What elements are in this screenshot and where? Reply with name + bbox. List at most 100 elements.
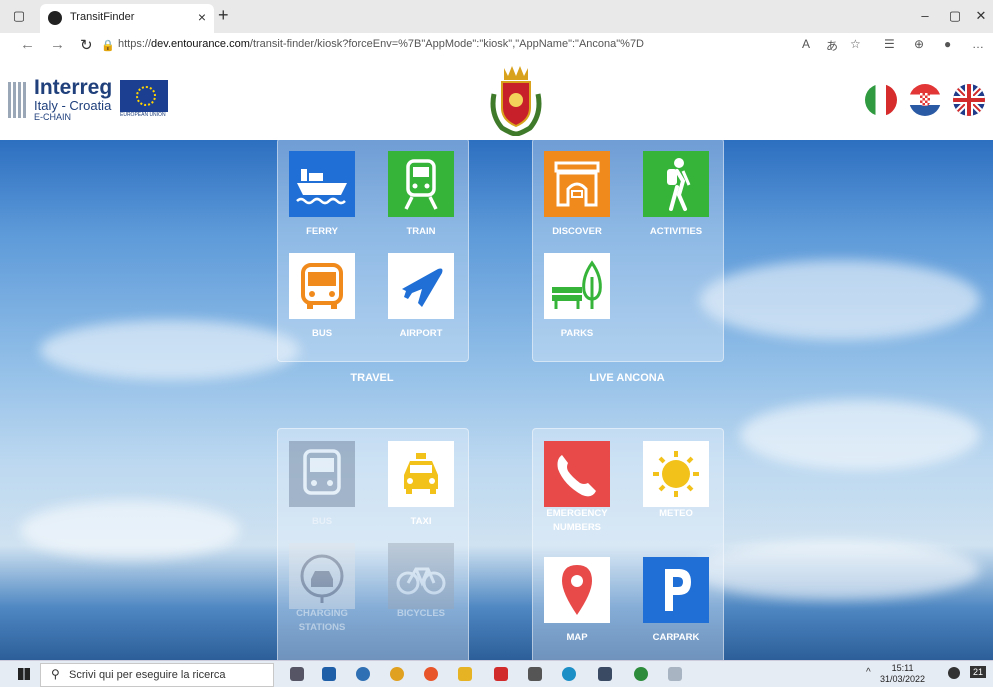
- back-icon[interactable]: ←: [20, 36, 35, 53]
- calculator-icon[interactable]: [598, 667, 612, 681]
- collections-icon[interactable]: ⊕: [914, 37, 924, 51]
- reload-icon[interactable]: ↻: [80, 36, 93, 54]
- carpark-tile[interactable]: [643, 557, 709, 623]
- meteo-tile[interactable]: [643, 441, 709, 507]
- acrobat-icon[interactable]: [494, 667, 508, 681]
- airplane-icon: [402, 268, 443, 307]
- logo-title: Interreg: [34, 76, 113, 99]
- tray-chevron-icon[interactable]: ^: [866, 667, 871, 678]
- edge-icon[interactable]: [562, 667, 576, 681]
- logo-subtitle: Italy - Croatia: [34, 98, 112, 113]
- parks-label: PARKS: [560, 328, 594, 339]
- minimize-icon[interactable]: –: [916, 7, 934, 25]
- new-tab-button[interactable]: +: [218, 5, 229, 26]
- url-domain: dev.entourance.com: [151, 38, 250, 50]
- address-bar-row: ← → ↻ 🔒 https://dev.entourance.com/trans…: [0, 33, 993, 59]
- travel-panel: FERRY TRAIN BUS AIRPORT: [277, 140, 469, 362]
- bus-stops-label: BUS: [311, 516, 333, 527]
- notepad-icon[interactable]: [528, 667, 542, 681]
- ferry-tile[interactable]: [289, 151, 355, 217]
- it-flag-icon[interactable]: [865, 84, 897, 116]
- site-info-icon[interactable]: 🔒: [101, 39, 115, 52]
- ancona-crest-icon: [490, 66, 542, 136]
- activities-label: ACTIVITIES: [649, 226, 703, 237]
- sun-icon: [653, 451, 699, 497]
- train-icon: [404, 159, 438, 210]
- tool-icon[interactable]: [668, 667, 682, 681]
- kiosk-background: FERRY TRAIN BUS AIRPORT TRAVEL DISCOVER …: [0, 140, 993, 660]
- tab-close-icon[interactable]: ×: [198, 9, 206, 25]
- taxi-tile[interactable]: [388, 441, 454, 507]
- emergency-numbers-tile[interactable]: [544, 441, 610, 507]
- network-icon[interactable]: [948, 667, 960, 679]
- taxi-label: TAXI: [410, 516, 432, 527]
- charging-stations-label: CHARGING STATIONS: [296, 608, 348, 633]
- parking-icon: [665, 569, 691, 611]
- phone-icon: [557, 455, 596, 497]
- discover-label: DISCOVER: [552, 226, 602, 237]
- taskbar-search[interactable]: ⚲ Scrivi qui per eseguire la ricerca: [40, 663, 274, 687]
- translate-icon[interactable]: あ: [826, 37, 838, 54]
- taxi-icon: [404, 453, 438, 494]
- interreg-mark-icon: [8, 82, 26, 118]
- read-aloud-icon[interactable]: A: [802, 37, 810, 51]
- search-icon: ⚲: [51, 667, 60, 681]
- window-close-icon[interactable]: ✕: [972, 7, 990, 25]
- firefox-icon[interactable]: [424, 667, 438, 681]
- live-ancona-group-label: LIVE ANCONA: [589, 372, 665, 384]
- more-menu-icon[interactable]: …: [972, 37, 984, 51]
- browser-tab-bar: ▢ TransitFinder × + – ▢ ✕: [0, 0, 993, 33]
- hr-flag-icon[interactable]: [909, 84, 941, 116]
- bus-label: BUS: [311, 328, 333, 339]
- meteo-label: METEO: [659, 508, 693, 519]
- start-button[interactable]: [18, 668, 30, 680]
- taskbar-clock[interactable]: 15:11 31/03/2022: [880, 663, 925, 685]
- map-label: MAP: [566, 632, 588, 643]
- emergency-numbers-label: EMERGENCY NUMBERS: [546, 508, 608, 533]
- app-icon[interactable]: [356, 667, 370, 681]
- live-ancona-panel: DISCOVER ACTIVITIES PARKS: [532, 140, 724, 362]
- bus-tile[interactable]: [289, 253, 355, 319]
- map-tile[interactable]: [544, 557, 610, 623]
- mobility-panel: BUS TAXI CHARGING STATIONS BICYCLES: [277, 428, 469, 660]
- store-icon[interactable]: [322, 667, 336, 681]
- bus-front-icon: [289, 441, 355, 507]
- file-explorer-icon[interactable]: [458, 667, 472, 681]
- windows-taskbar: ⚲ Scrivi qui per eseguire la ricerca ^ 1…: [0, 660, 993, 687]
- notifications-badge[interactable]: 21: [970, 666, 987, 678]
- url-prefix: https://: [118, 38, 152, 50]
- train-label: TRAIN: [406, 226, 436, 237]
- clock-time: 15:11: [891, 663, 914, 673]
- park-bench-icon: [552, 260, 602, 309]
- parks-tile[interactable]: [544, 253, 610, 319]
- favorites-icon[interactable]: ☰: [884, 37, 895, 51]
- browser-tab[interactable]: TransitFinder ×: [40, 4, 214, 33]
- bus-stops-tile[interactable]: [289, 441, 355, 507]
- tab-actions-icon[interactable]: ▢: [10, 7, 28, 25]
- train-tile[interactable]: [388, 151, 454, 217]
- maximize-icon[interactable]: ▢: [946, 7, 964, 25]
- charging-stations-tile[interactable]: [289, 543, 355, 609]
- logo-program: E-CHAIN: [34, 112, 72, 122]
- arch-icon: [554, 161, 600, 207]
- gb-flag-icon[interactable]: [953, 84, 985, 116]
- search-placeholder: Scrivi qui per eseguire la ricerca: [69, 669, 226, 681]
- url-field[interactable]: https://dev.entourance.com/transit-finde…: [118, 38, 644, 50]
- profile-icon[interactable]: ●: [944, 37, 951, 51]
- bicycle-icon: [396, 567, 446, 595]
- chrome-icon[interactable]: [390, 667, 404, 681]
- discover-tile[interactable]: [544, 151, 610, 217]
- add-favorite-icon[interactable]: ☆: [850, 37, 861, 51]
- bicycles-tile[interactable]: [388, 543, 454, 609]
- site-favicon-icon: [48, 11, 62, 25]
- charging-station-icon: [289, 543, 355, 609]
- eu-flag-icon: [120, 80, 168, 112]
- clock-date: 31/03/2022: [880, 674, 926, 684]
- carpark-label: CARPARK: [652, 632, 700, 643]
- forward-icon[interactable]: →: [50, 36, 65, 53]
- activities-tile[interactable]: [643, 151, 709, 217]
- ferry-icon: [296, 169, 347, 205]
- messaging-icon[interactable]: [634, 667, 648, 681]
- airport-tile[interactable]: [388, 253, 454, 319]
- task-view-icon[interactable]: [290, 667, 304, 681]
